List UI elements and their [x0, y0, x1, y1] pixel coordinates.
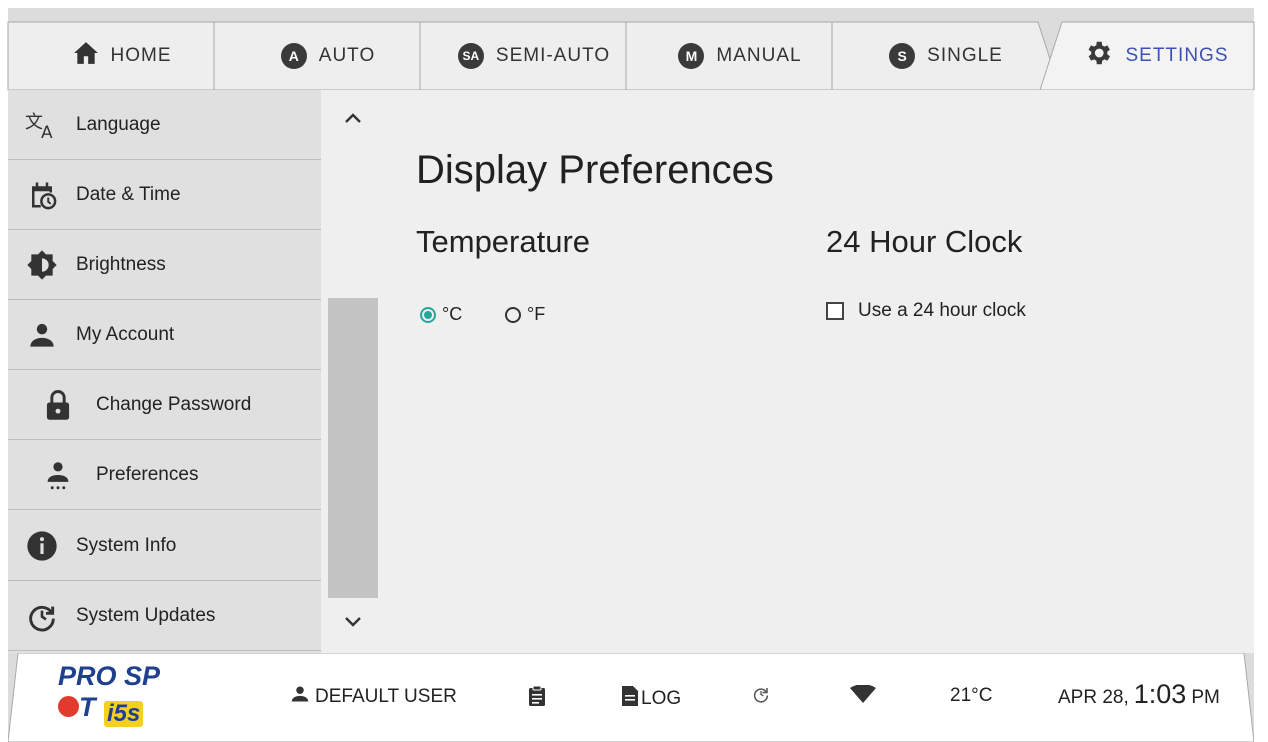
tab-settings[interactable]: SETTINGS — [1039, 21, 1255, 91]
clock-heading: 24 Hour Clock — [826, 224, 1023, 259]
scroll-up-button[interactable] — [339, 108, 367, 132]
user-name: DEFAULT USER — [315, 686, 457, 707]
translate-icon: 文A — [24, 107, 60, 143]
svg-text:A: A — [41, 123, 53, 140]
sidebar-item-label: Brightness — [76, 253, 166, 275]
sidebar: 文A Language Date & Time Brightness My Ac… — [8, 90, 321, 653]
sidebar-item-system-info[interactable]: System Info — [8, 511, 321, 581]
sidebar-item-brightness[interactable]: Brightness — [8, 230, 321, 300]
page-title: Display Preferences — [416, 148, 774, 192]
radio-button[interactable] — [505, 306, 521, 323]
tab-manual[interactable]: M MANUAL — [625, 21, 855, 91]
main-content: Display Preferences Temperature °C °F 24… — [385, 90, 1254, 653]
tab-label: SETTINGS — [1125, 45, 1229, 66]
sidebar-item-label: Change Password — [96, 393, 252, 415]
date-value: APR 28, — [1058, 687, 1129, 708]
sidebar-item-label: System Updates — [76, 604, 216, 626]
sidebar-item-label: Language — [76, 113, 161, 135]
sidebar-item-system-updates[interactable]: System Updates — [8, 581, 321, 651]
tab-label: SEMI-AUTO — [495, 45, 611, 66]
update-status[interactable] — [752, 685, 770, 709]
semi-auto-icon: SA — [457, 43, 484, 69]
temperature-readout: 21°C — [950, 685, 992, 707]
tab-label: MANUAL — [716, 45, 802, 66]
temperature-value: 21°C — [950, 685, 993, 706]
sidebar-item-label: Date & Time — [76, 183, 181, 205]
log-label: LOG — [641, 688, 682, 709]
person-icon — [291, 685, 309, 709]
single-icon: S — [889, 43, 916, 69]
gear-icon — [1083, 38, 1113, 74]
tab-label: HOME — [110, 45, 172, 66]
chevron-down-icon — [344, 615, 362, 633]
clipboard-icon — [528, 685, 546, 713]
home-icon — [73, 41, 99, 71]
info-icon — [24, 528, 60, 564]
sidebar-item-my-account[interactable]: My Account — [8, 300, 321, 370]
document-icon — [621, 685, 639, 713]
sidebar-item-label: Preferences — [96, 463, 199, 485]
sidebar-item-label: My Account — [76, 323, 175, 345]
prospot-logo: PRO SPT i5s — [58, 661, 161, 727]
temperature-heading: Temperature — [416, 224, 591, 259]
manual-icon: M — [678, 43, 705, 69]
log-button[interactable]: LOG — [621, 685, 681, 713]
auto-icon: A — [280, 43, 307, 69]
update-icon — [24, 598, 60, 634]
sidebar-scrollbar[interactable] — [321, 90, 385, 653]
status-bar: PRO SPT i5s DEFAULT USER LOG 21°C APR 28… — [8, 653, 1254, 742]
time-value: 1:03 — [1133, 679, 1187, 709]
tab-home[interactable]: HOME — [7, 21, 237, 91]
radio-label: °C — [442, 304, 463, 324]
radio-button-selected[interactable] — [420, 306, 436, 323]
radio-label: °F — [527, 304, 546, 324]
chevron-up-icon — [344, 111, 362, 129]
scroll-down-button[interactable] — [339, 612, 367, 636]
tab-bar: HOME A AUTO SA SEMI-AUTO M MANUAL S SING… — [7, 8, 1255, 91]
sidebar-item-label: System Info — [76, 534, 177, 556]
tab-label: AUTO — [318, 45, 376, 66]
lock-icon — [40, 387, 76, 423]
date-time: APR 28, 1:03 PM — [1058, 679, 1220, 710]
brightness-icon — [24, 247, 60, 283]
person-icon — [24, 317, 60, 353]
radio-fahrenheit[interactable]: °F — [505, 304, 545, 325]
sidebar-item-change-password[interactable]: Change Password — [8, 370, 321, 440]
tab-semi-auto[interactable]: SA SEMI-AUTO — [419, 21, 649, 91]
clipboard-button[interactable] — [528, 685, 546, 713]
wifi-icon — [850, 684, 876, 709]
wifi-status[interactable] — [850, 684, 876, 709]
checkbox-label: Use a 24 hour clock — [858, 300, 1026, 321]
tab-label: SINGLE — [927, 45, 1003, 66]
update-icon — [752, 685, 770, 709]
sidebar-item-language[interactable]: 文A Language — [8, 90, 321, 160]
sidebar-item-date-time[interactable]: Date & Time — [8, 160, 321, 230]
logo-dot-icon — [58, 696, 79, 718]
sidebar-item-preferences[interactable]: Preferences — [8, 440, 321, 510]
calendar-clock-icon — [24, 177, 60, 213]
person-settings-icon — [40, 457, 76, 493]
radio-celsius[interactable]: °C — [420, 304, 462, 325]
scroll-thumb[interactable] — [328, 298, 378, 598]
tab-single[interactable]: S SINGLE — [831, 21, 1061, 91]
checkbox-box[interactable] — [826, 302, 844, 320]
ampm-value: PM — [1191, 687, 1220, 708]
tab-auto[interactable]: A AUTO — [213, 21, 443, 91]
app-frame: HOME A AUTO SA SEMI-AUTO M MANUAL S SING… — [7, 8, 1255, 742]
use-24-hour-clock-checkbox[interactable]: Use a 24 hour clock — [826, 300, 1026, 322]
user-indicator[interactable]: DEFAULT USER — [291, 685, 457, 709]
